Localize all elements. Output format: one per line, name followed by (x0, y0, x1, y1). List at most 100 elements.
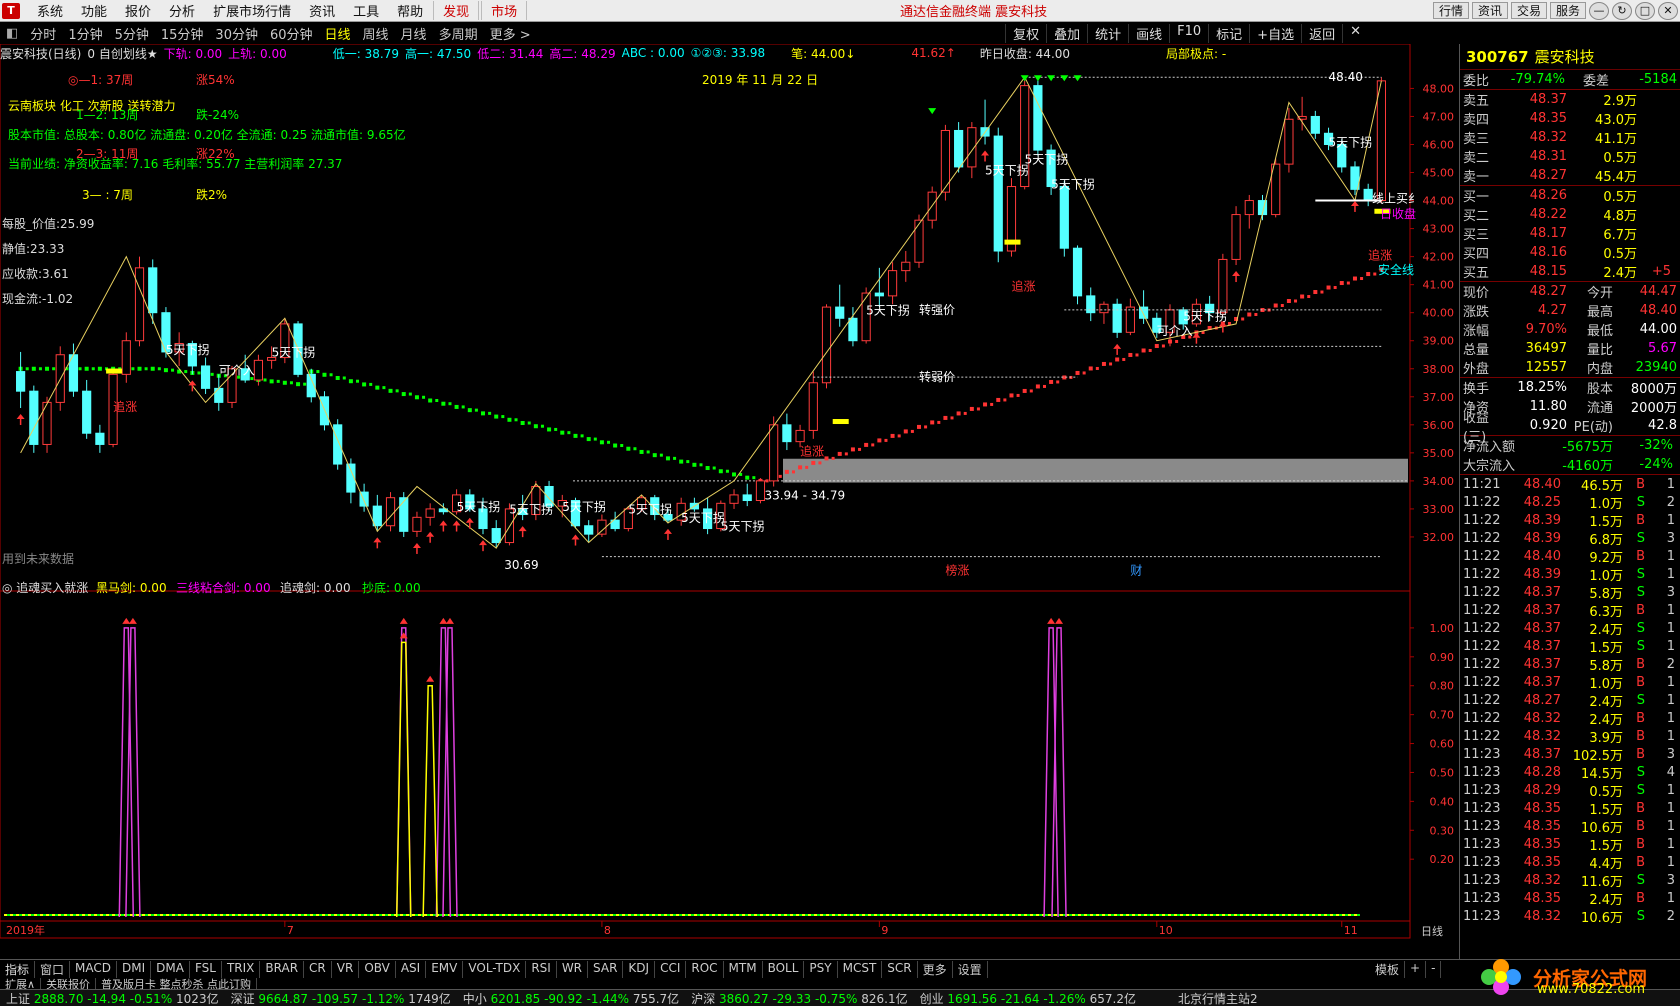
menu-item-分析[interactable]: 分析 (160, 1, 204, 20)
template-control-[interactable]: - (1426, 960, 1442, 978)
close-chart-icon[interactable]: ✕ (1342, 23, 1368, 43)
indicator-tab-指标[interactable]: 指标 (0, 960, 36, 978)
indicator-tab-窗口[interactable]: 窗口 (35, 960, 71, 978)
index-创业[interactable]: 创业 1691.56 -21.64 -1.26% 657.2亿 (914, 990, 1142, 1006)
safety-line-dot (388, 388, 393, 393)
menu-item-市场[interactable]: 市场 (481, 1, 528, 20)
indicator-tab-sar[interactable]: SAR (588, 960, 624, 978)
timeframe-月线[interactable]: 月线 (395, 24, 433, 43)
tick-price: 48.37 (1523, 638, 1561, 654)
indicator-tab-vol-tdx[interactable]: VOL-TDX (463, 960, 527, 978)
indicator-tab-kdj[interactable]: KDJ (623, 960, 656, 978)
timeframe-15分钟[interactable]: 15分钟 (155, 24, 210, 43)
chart-tool-叠加[interactable]: 叠加 (1046, 23, 1087, 43)
indicator-tab-macd[interactable]: MACD (70, 960, 118, 978)
indicator-tab-更多[interactable]: 更多 (918, 960, 953, 978)
buy-arrow-icon (1113, 343, 1122, 349)
panel-toggle-icon[interactable]: ◧ (0, 26, 24, 41)
indicator-tab-scr[interactable]: SCR (882, 960, 918, 978)
indicator-tab-roc[interactable]: ROC (686, 960, 724, 978)
index-深证[interactable]: 深证 9664.87 -109.57 -1.12% 1749亿 (225, 990, 457, 1006)
y-tick-label: 33.00 (1423, 503, 1455, 516)
chart-area[interactable]: 48.00 47.00 46.00 45.00 44.00 43.00 42.00 41.00… (0, 44, 1458, 939)
index-amount: 826.1亿 (857, 991, 908, 1006)
data-source-status[interactable]: 北京行情主站2 (1172, 990, 1264, 1006)
indicator-tab-cr[interactable]: CR (304, 960, 332, 978)
timeframe-60分钟[interactable]: 60分钟 (264, 24, 319, 43)
menu-item-扩展市场行情[interactable]: 扩展市场行情 (204, 1, 300, 20)
indicator-tab-emv[interactable]: EMV (426, 960, 464, 978)
index-上证[interactable]: 上证 2888.70 -14.94 -0.51% 1023亿 (0, 990, 225, 1006)
menu-item-系统[interactable]: 系统 (28, 1, 72, 20)
indicator-tab-brar[interactable]: BRAR (260, 960, 305, 978)
menu-button-行情[interactable]: 行情 (1432, 2, 1469, 19)
menu-button-资讯[interactable]: 资讯 (1471, 2, 1508, 19)
indicator-tab-rsi[interactable]: RSI (526, 960, 557, 978)
bid-volume: 0.5万 (1603, 190, 1637, 205)
extension-tab-关联报价[interactable]: 关联报价 (41, 978, 97, 989)
y-tick-label: 48.00 (1423, 82, 1455, 95)
safety-line-dot (1135, 353, 1139, 357)
bid-extra: +5 (1651, 264, 1671, 279)
stock-code: 300767 (1466, 47, 1529, 66)
indicator-tab-boll[interactable]: BOLL (763, 960, 805, 978)
indicator-tab-cci[interactable]: CCI (655, 960, 687, 978)
chart-tool-标记[interactable]: 标记 (1208, 23, 1249, 43)
indicator-tab-dmi[interactable]: DMI (117, 960, 152, 978)
indicator-tab-wr[interactable]: WR (557, 960, 589, 978)
kline-chart-svg[interactable]: 48.00 47.00 46.00 45.00 44.00 43.00 42.00 41.00… (0, 44, 1458, 939)
menu-item-帮助[interactable]: 帮助 (388, 1, 432, 20)
chart-tool-自选[interactable]: +自选 (1249, 23, 1301, 43)
sub-indicator-title[interactable]: ◎ 追魂买入就涨 (2, 579, 88, 596)
indicator-tab-trix[interactable]: TRIX (222, 960, 261, 978)
menu-button-交易[interactable]: 交易 (1510, 2, 1547, 19)
tick-side: S (1636, 638, 1645, 654)
timeframe-日线[interactable]: 日线 (319, 24, 357, 43)
menu-item-发现[interactable]: 发现 (433, 1, 480, 20)
extension-tab-普及版月卡-整点秒杀-点此订购[interactable]: 普及版月卡 整点秒杀 点此订购 (96, 978, 258, 989)
tick-side: B (1636, 512, 1645, 528)
index-沪深[interactable]: 沪深 3860.27 -29.33 -0.75% 826.1亿 (685, 990, 913, 1006)
menu-item-资讯[interactable]: 资讯 (300, 1, 344, 20)
candle-body (795, 429, 805, 443)
indicator-tab-fsl[interactable]: FSL (190, 960, 222, 978)
template-control-模板[interactable]: 模板 (1370, 960, 1406, 978)
minimize-icon[interactable]: — (1589, 1, 1609, 20)
safety-line-dot (937, 420, 941, 424)
template-control-[interactable]: + (1405, 960, 1427, 978)
indicator-tab-psy[interactable]: PSY (804, 960, 838, 978)
maximize-icon[interactable]: □ (1635, 1, 1655, 20)
indicator-tab-asi[interactable]: ASI (396, 960, 427, 978)
indicator-tab-obv[interactable]: OBV (359, 960, 396, 978)
indicator-tab-mcst[interactable]: MCST (838, 960, 883, 978)
timeframe-5分钟[interactable]: 5分钟 (109, 24, 155, 43)
self-draw-label[interactable]: 0 自创划线★ (87, 45, 157, 62)
menu-item-工具[interactable]: 工具 (344, 1, 388, 20)
indicator-tab-vr[interactable]: VR (332, 960, 360, 978)
chart-tool-画线[interactable]: 画线 (1128, 23, 1169, 43)
timeframe-更多[interactable]: 更多 > (484, 24, 537, 43)
chart-tool-统计[interactable]: 统计 (1087, 23, 1128, 43)
ask-volume: 41.1万 (1595, 132, 1637, 147)
menu-item-功能[interactable]: 功能 (72, 1, 116, 20)
indicator-tab-dma[interactable]: DMA (151, 960, 190, 978)
menu-button-服务[interactable]: 服务 (1549, 2, 1586, 19)
close-icon[interactable]: ✕ (1658, 1, 1678, 20)
chart-tool-返回[interactable]: 返回 (1301, 23, 1342, 43)
timeframe-30分钟[interactable]: 30分钟 (209, 24, 264, 43)
restore-icon[interactable]: ↻ (1612, 1, 1632, 20)
tick-count: 2 (1666, 656, 1675, 672)
timeframe-周线[interactable]: 周线 (357, 24, 395, 43)
timeframe-分时[interactable]: 分时 (24, 24, 62, 43)
menu-item-报价[interactable]: 报价 (116, 1, 160, 20)
template-controls: 模板 + - (1370, 960, 1442, 978)
chart-tool-f10[interactable]: F10 (1169, 23, 1208, 43)
indicator-tab-设置[interactable]: 设置 (953, 960, 988, 978)
timeframe-多周期[interactable]: 多周期 (433, 24, 484, 43)
index-中小[interactable]: 中小 6201.85 -90.92 -1.44% 755.7亿 (457, 990, 685, 1006)
safety-line-dot (52, 367, 56, 371)
extension-tab-扩展[interactable]: 扩展∧ (0, 978, 42, 989)
indicator-tab-mtm[interactable]: MTM (724, 960, 763, 978)
timeframe-1分钟[interactable]: 1分钟 (62, 24, 108, 43)
chart-tool-复权[interactable]: 复权 (1005, 23, 1046, 43)
